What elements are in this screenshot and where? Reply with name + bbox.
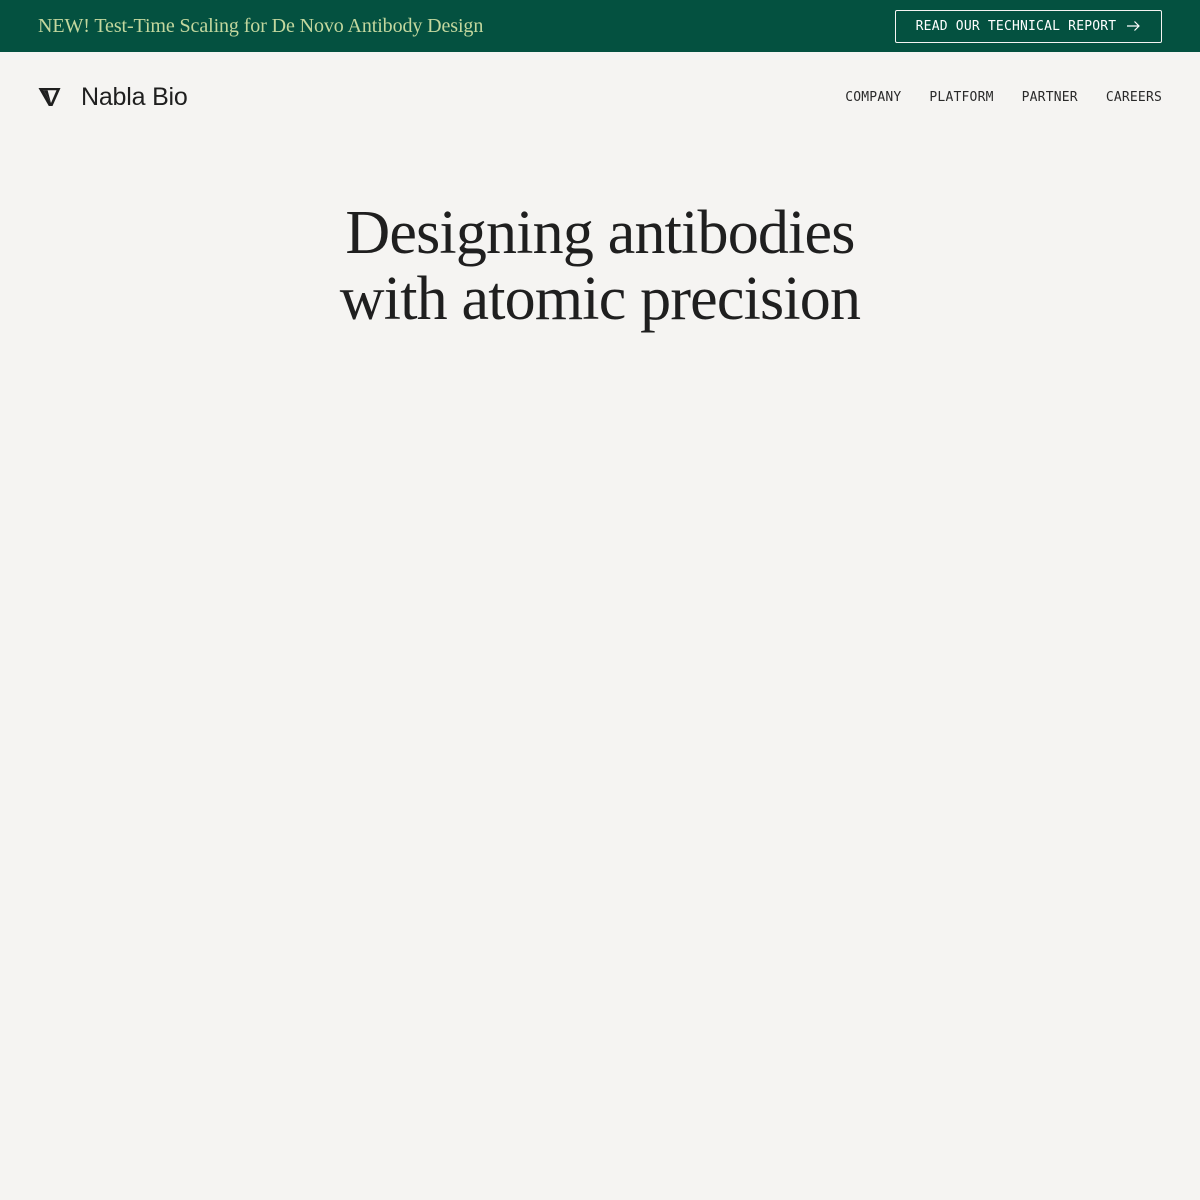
hero-title-line-2: with atomic precision bbox=[339, 265, 861, 333]
brand-home-link[interactable]: Nabla Bio bbox=[38, 83, 188, 112]
hero-title: Designing antibodies with atomic precisi… bbox=[0, 200, 1200, 332]
nav-link-partner[interactable]: PARTNER bbox=[1022, 90, 1078, 105]
hero-title-line-1: Designing antibodies bbox=[345, 199, 855, 267]
nabla-logo-icon bbox=[38, 87, 61, 107]
arrow-right-icon bbox=[1126, 20, 1141, 32]
brand-name: Nabla Bio bbox=[81, 82, 188, 111]
nav-links: COMPANY PLATFORM PARTNER CAREERS bbox=[845, 90, 1162, 105]
main-nav: Nabla Bio COMPANY PLATFORM PARTNER CAREE… bbox=[0, 52, 1200, 142]
nav-link-careers[interactable]: CAREERS bbox=[1106, 90, 1162, 105]
report-button-label: READ OUR TECHNICAL REPORT bbox=[915, 18, 1117, 34]
announcement-text[interactable]: NEW! Test-Time Scaling for De Novo Antib… bbox=[38, 15, 483, 38]
nav-link-platform[interactable]: PLATFORM bbox=[929, 90, 993, 105]
announcement-bar: NEW! Test-Time Scaling for De Novo Antib… bbox=[0, 0, 1200, 52]
read-technical-report-button[interactable]: READ OUR TECHNICAL REPORT bbox=[895, 9, 1162, 43]
nav-link-company[interactable]: COMPANY bbox=[845, 90, 901, 105]
hero-section: Designing antibodies with atomic precisi… bbox=[0, 200, 1200, 332]
